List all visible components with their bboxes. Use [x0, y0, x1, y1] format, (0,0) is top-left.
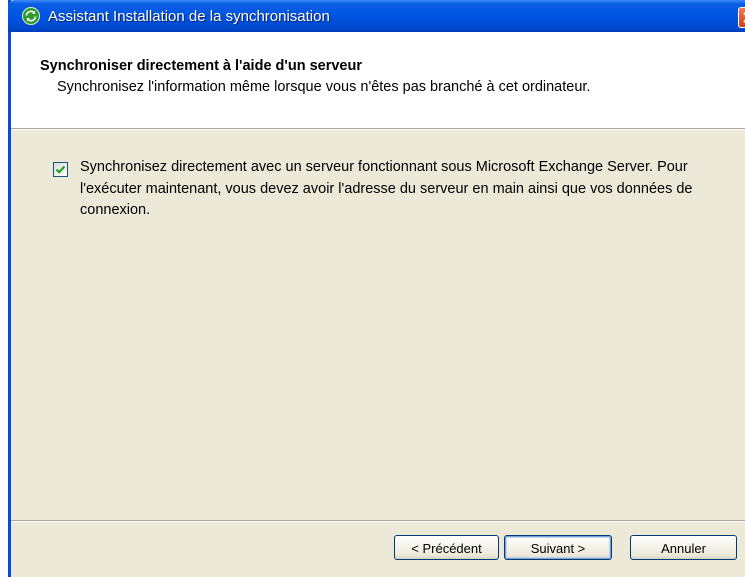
- header-divider-highlight: [11, 129, 745, 130]
- page-title: Synchroniser directement à l'aide d'un s…: [40, 58, 362, 74]
- sync-wizard-window: Assistant Installation de la synchronisa…: [8, 0, 745, 577]
- page-subtitle: Synchronisez l'information même lorsque …: [57, 79, 591, 95]
- sync-server-checkbox[interactable]: [53, 162, 68, 177]
- back-button[interactable]: < Précédent: [394, 535, 499, 560]
- close-icon: [743, 12, 745, 23]
- cancel-button[interactable]: Annuler: [630, 535, 737, 560]
- title-bar[interactable]: Assistant Installation de la synchronisa…: [8, 0, 745, 32]
- sync-app-icon: [22, 7, 40, 25]
- wizard-header: Synchroniser directement à l'aide d'un s…: [11, 32, 745, 128]
- sync-server-option-label[interactable]: Synchronisez directement avec un serveur…: [80, 157, 700, 222]
- footer-divider-highlight: [11, 521, 745, 522]
- close-button[interactable]: [738, 7, 745, 28]
- window-title: Assistant Installation de la synchronisa…: [48, 8, 330, 25]
- next-button[interactable]: Suivant >: [504, 535, 612, 560]
- checkmark-icon: [55, 165, 66, 174]
